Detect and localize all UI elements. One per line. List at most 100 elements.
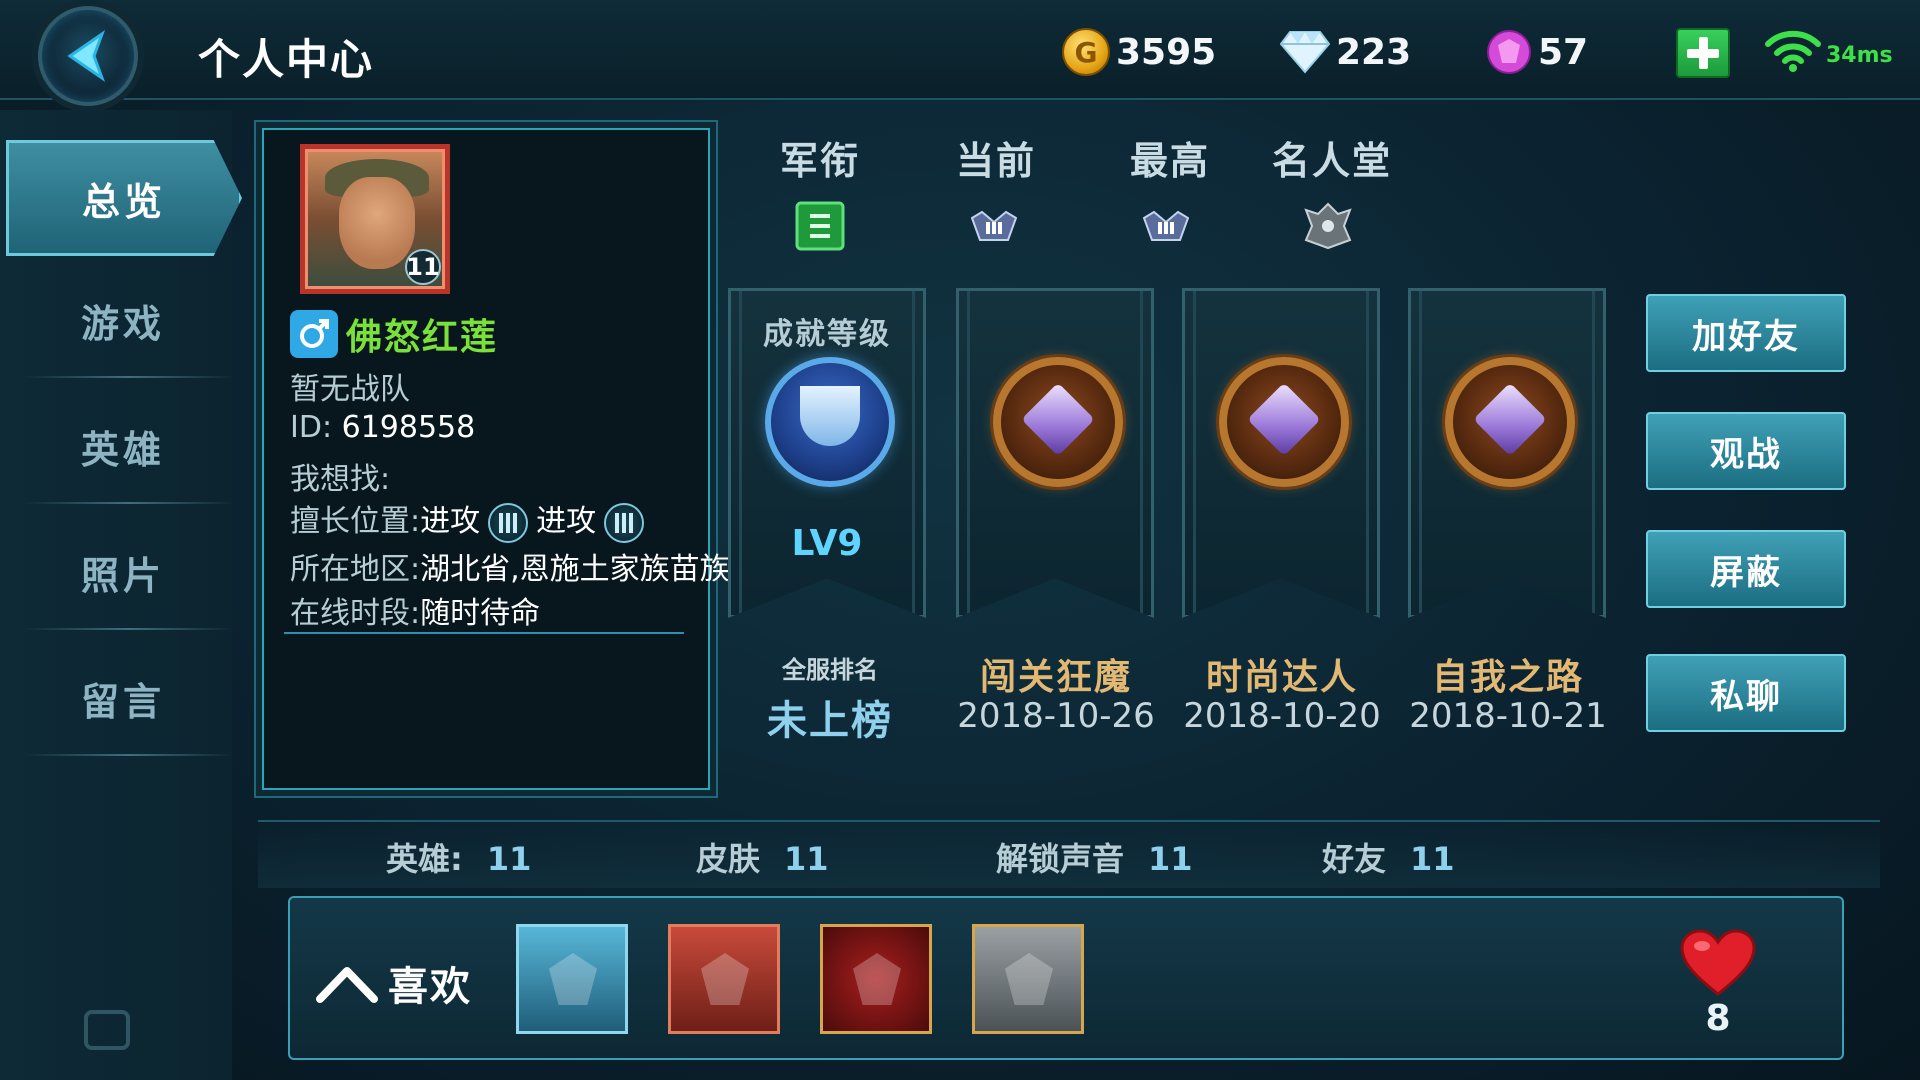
back-button[interactable]	[38, 6, 138, 106]
divider	[24, 376, 234, 378]
purple-gem-icon	[1486, 29, 1532, 75]
winged-gem-medal-icon	[1219, 357, 1349, 487]
friends-count: 11	[1410, 840, 1455, 878]
player-name: 佛怒红莲	[346, 317, 499, 358]
online-label: 在线时段:	[290, 596, 421, 631]
online-value: 随时待命	[420, 596, 541, 631]
military-rank-label: 军衔	[780, 139, 861, 183]
sidebar-item-label: 英雄	[80, 427, 165, 472]
divider	[24, 754, 234, 756]
chevron-up-icon	[316, 967, 378, 1003]
gem-amount: 57	[1538, 31, 1589, 73]
sidebar-item-photos[interactable]: 照片	[14, 514, 234, 630]
voices-label: 解锁声音	[996, 840, 1125, 878]
current-rank-label: 当前	[956, 139, 1037, 183]
achievement-level-title: 成就等级	[763, 317, 891, 352]
gold-amount: 3595	[1116, 31, 1217, 73]
achievement-card[interactable]	[1182, 288, 1380, 618]
liked-hero-portrait[interactable]	[972, 924, 1084, 1034]
network-status: 34ms	[1764, 28, 1893, 72]
private-chat-button[interactable]: 私聊	[1646, 654, 1846, 732]
online-info: 在线时段:随时待命	[290, 588, 540, 632]
friends-stat: 好友 11	[1322, 834, 1455, 880]
sidebar: 总览 游戏 英雄 照片 留言	[0, 110, 242, 1080]
profile-panel: 11 佛怒红莲 暂无战队 ID: 6198558 我想找: 擅长位置:进攻 进攻 …	[262, 128, 730, 790]
divider	[284, 632, 684, 634]
liked-hero-portrait[interactable]	[516, 924, 628, 1034]
sidebar-item-messages[interactable]: 留言	[14, 640, 234, 756]
male-gender-icon	[290, 310, 338, 358]
hall-of-fame-icon[interactable]	[1302, 200, 1354, 252]
current-rank-icon[interactable]	[968, 200, 1020, 252]
heart-icon	[1680, 929, 1756, 996]
sidebar-item-label: 留言	[80, 679, 165, 724]
team-value: 暂无战队	[290, 372, 410, 407]
divider	[24, 502, 234, 504]
highest-rank-icon[interactable]	[1140, 200, 1192, 252]
like-button[interactable]: 8	[1678, 928, 1758, 1039]
highest-rank-label: 最高	[1130, 139, 1211, 183]
skins-stat: 皮肤 11	[696, 834, 829, 880]
hall-of-fame-label: 名人堂	[1272, 139, 1393, 183]
liked-hero-portrait[interactable]	[668, 924, 780, 1034]
achievement-name: 自我之路	[1431, 657, 1584, 698]
skins-label: 皮肤	[696, 840, 761, 878]
skins-count: 11	[784, 840, 829, 878]
heroes-label: 英雄:	[386, 840, 463, 878]
divider	[24, 628, 234, 630]
id-label: ID:	[290, 410, 333, 445]
player-name-row: 佛怒红莲	[290, 308, 498, 360]
attack-position-icon	[488, 502, 529, 543]
position-label: 擅长位置:	[290, 504, 421, 539]
achievement-card[interactable]	[956, 288, 1154, 618]
sidebar-item-games[interactable]: 游戏	[14, 262, 234, 378]
fist-medal-icon	[1445, 357, 1575, 487]
player-avatar[interactable]: 11	[300, 144, 450, 294]
game-logo-icon	[84, 1010, 130, 1050]
team-info: 暂无战队	[290, 364, 410, 408]
id-info: ID: 6198558	[290, 410, 475, 445]
trophy-icon	[765, 357, 895, 487]
achievement-date: 2018-10-21	[1409, 696, 1607, 736]
region-value: 湖北省,恩施土家族苗族	[420, 552, 730, 587]
achievement-card[interactable]	[1408, 288, 1606, 618]
achievement-level-value: LV9	[791, 523, 863, 564]
server-rank-value: 未上榜	[767, 698, 893, 744]
player-level-badge: 11	[405, 249, 441, 285]
position-1: 进攻	[420, 504, 481, 539]
sidebar-item-overview[interactable]: 总览	[6, 140, 242, 256]
like-count: 8	[1705, 998, 1731, 1039]
diamond-counter: 223	[1280, 24, 1411, 80]
id-value: 6198558	[341, 410, 476, 445]
spectate-button[interactable]: 观战	[1646, 412, 1846, 490]
gem-counter: 57	[1486, 24, 1588, 80]
region-label: 所在地区:	[290, 552, 421, 587]
voices-count: 11	[1148, 840, 1193, 878]
achievement-name: 闯关狂魔	[979, 657, 1132, 698]
diamond-amount: 223	[1336, 31, 1412, 73]
likes-toggle[interactable]: 喜欢	[316, 954, 472, 1012]
region-info: 所在地区:湖北省,恩施土家族苗族	[290, 544, 732, 588]
position-2: 进攻	[536, 504, 597, 539]
ping-value: 34ms	[1826, 43, 1893, 68]
wifi-icon	[1765, 30, 1821, 72]
sidebar-item-label: 总览	[81, 179, 166, 224]
add-currency-button[interactable]	[1676, 28, 1730, 78]
back-arrow-icon	[67, 30, 106, 82]
page-title: 个人中心	[198, 35, 375, 84]
diamond-icon	[1280, 30, 1330, 74]
military-rank-icon[interactable]	[794, 200, 846, 252]
achievement-level-card[interactable]: 成就等级 LV9	[728, 288, 926, 618]
sidebar-item-label: 游戏	[80, 301, 165, 346]
liked-hero-portrait[interactable]	[820, 924, 932, 1034]
voices-stat: 解锁声音 11	[996, 834, 1193, 880]
sidebar-item-heroes[interactable]: 英雄	[14, 388, 234, 504]
achievement-date: 2018-10-26	[957, 696, 1155, 736]
skull-medal-icon	[993, 357, 1123, 487]
gold-coin-icon: G	[1062, 28, 1110, 76]
gold-counter: G 3595	[1062, 24, 1216, 80]
looking-for-info: 我想找:	[290, 454, 390, 498]
heroes-count: 11	[486, 840, 532, 878]
block-button[interactable]: 屏蔽	[1646, 530, 1846, 608]
add-friend-button[interactable]: 加好友	[1646, 294, 1846, 372]
